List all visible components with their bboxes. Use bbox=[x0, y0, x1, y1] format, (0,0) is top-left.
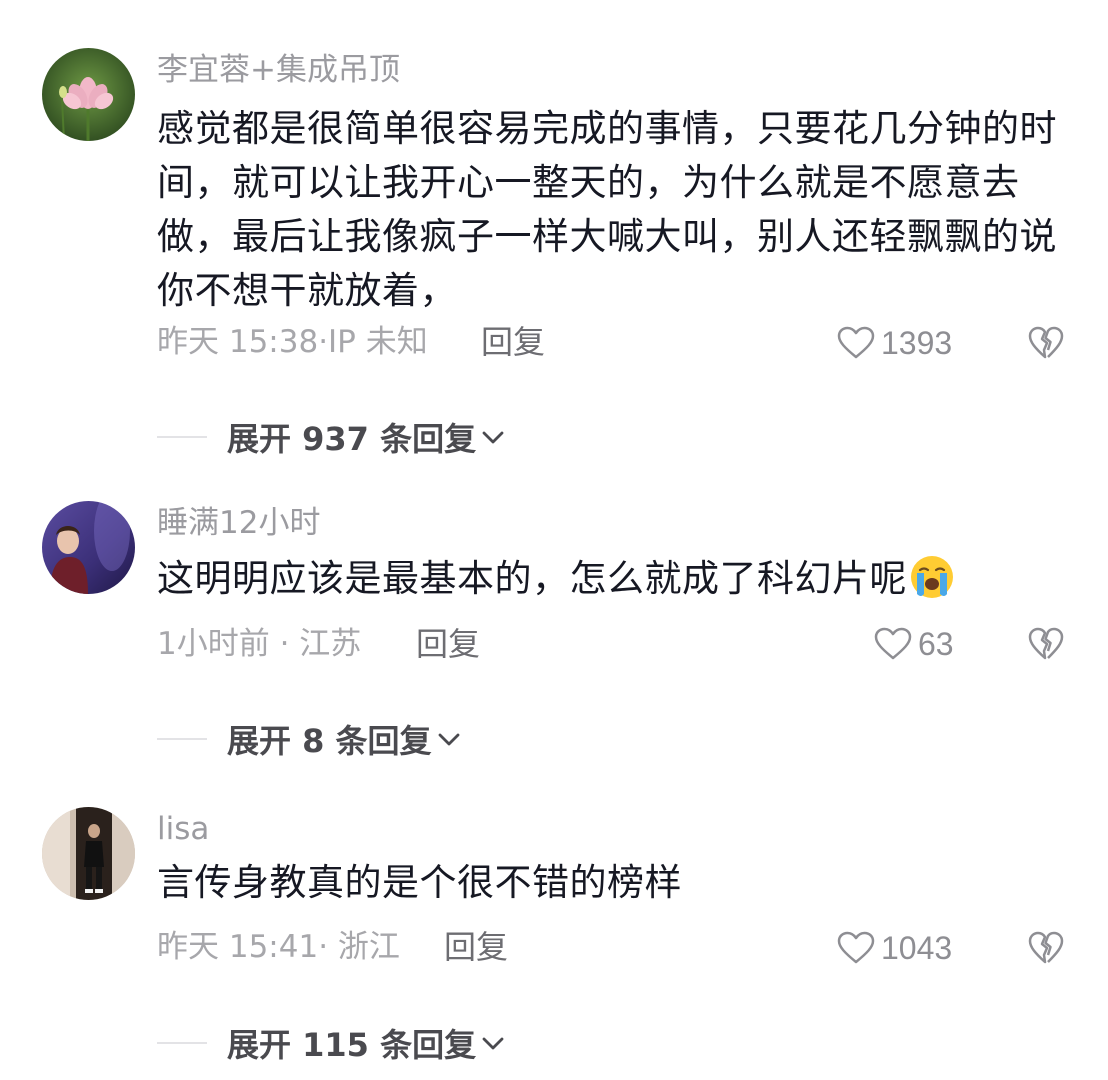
like-count: 63 bbox=[918, 625, 954, 662]
reply-button[interactable]: 回复 bbox=[416, 626, 480, 662]
comment-text: 感觉都是很简单很容易完成的事情，只要花几分钟的时间，就可以让我开心一整天的，为什… bbox=[157, 107, 1057, 312]
expand-replies-label: 展开 8 条回复 bbox=[227, 722, 432, 760]
comment-meta: 昨天 15:38·IP 未知 bbox=[157, 324, 428, 360]
expand-replies-button[interactable]: 展开 115 条回复 bbox=[157, 1020, 506, 1066]
avatar[interactable] bbox=[42, 48, 135, 141]
expand-replies-button[interactable]: 展开 8 条回复 bbox=[157, 716, 462, 762]
reply-button[interactable]: 回复 bbox=[481, 324, 545, 360]
comment-text: 言传身教真的是个很不错的榜样 bbox=[157, 861, 682, 904]
like-count: 1043 bbox=[881, 929, 953, 966]
broken-heart-icon bbox=[1028, 326, 1064, 359]
lotus-avatar-icon bbox=[42, 48, 135, 141]
expand-replies-button[interactable]: 展开 937 条回复 bbox=[157, 414, 506, 460]
divider-line bbox=[157, 738, 207, 740]
like-count: 1393 bbox=[881, 324, 953, 361]
divider-line bbox=[157, 436, 207, 438]
person-stage-avatar-icon bbox=[42, 501, 135, 594]
comment-meta: 昨天 15:41· 浙江 bbox=[157, 929, 400, 965]
dislike-button[interactable] bbox=[1028, 326, 1064, 362]
comment-text: 这明明应该是最基本的，怎么就成了科幻片呢 bbox=[157, 552, 1057, 606]
broken-heart-icon bbox=[1028, 627, 1064, 660]
dislike-button[interactable] bbox=[1028, 627, 1064, 663]
heart-icon bbox=[837, 326, 875, 359]
comment-author[interactable]: lisa bbox=[157, 811, 209, 847]
comment-meta: 1小时前 · 江苏 bbox=[157, 626, 362, 662]
comment-author[interactable]: 睡满12小时 bbox=[157, 505, 320, 541]
expand-replies-label: 展开 937 条回复 bbox=[227, 420, 477, 458]
broken-heart-icon bbox=[1028, 931, 1064, 964]
divider-line bbox=[157, 1042, 207, 1044]
reply-button[interactable]: 回复 bbox=[444, 929, 508, 965]
like-button[interactable]: 1393 bbox=[837, 323, 952, 363]
heart-icon bbox=[837, 931, 875, 964]
crying-face-emoji-icon bbox=[911, 555, 953, 598]
chevron-down-icon bbox=[438, 733, 459, 746]
avatar[interactable] bbox=[42, 501, 135, 594]
dislike-button[interactable] bbox=[1028, 931, 1064, 967]
like-button[interactable]: 63 bbox=[874, 624, 954, 664]
expand-replies-label: 展开 115 条回复 bbox=[227, 1026, 477, 1064]
person-doorway-avatar-icon bbox=[42, 807, 135, 900]
avatar[interactable] bbox=[42, 807, 135, 900]
like-button[interactable]: 1043 bbox=[837, 928, 952, 968]
comment-author[interactable]: 李宜蓉+集成吊顶 bbox=[157, 52, 400, 88]
chevron-down-icon bbox=[482, 431, 504, 444]
chevron-down-icon bbox=[482, 1037, 504, 1050]
comment-text-content: 这明明应该是最基本的，怎么就成了科幻片呢 bbox=[157, 557, 907, 600]
heart-icon bbox=[874, 627, 912, 660]
